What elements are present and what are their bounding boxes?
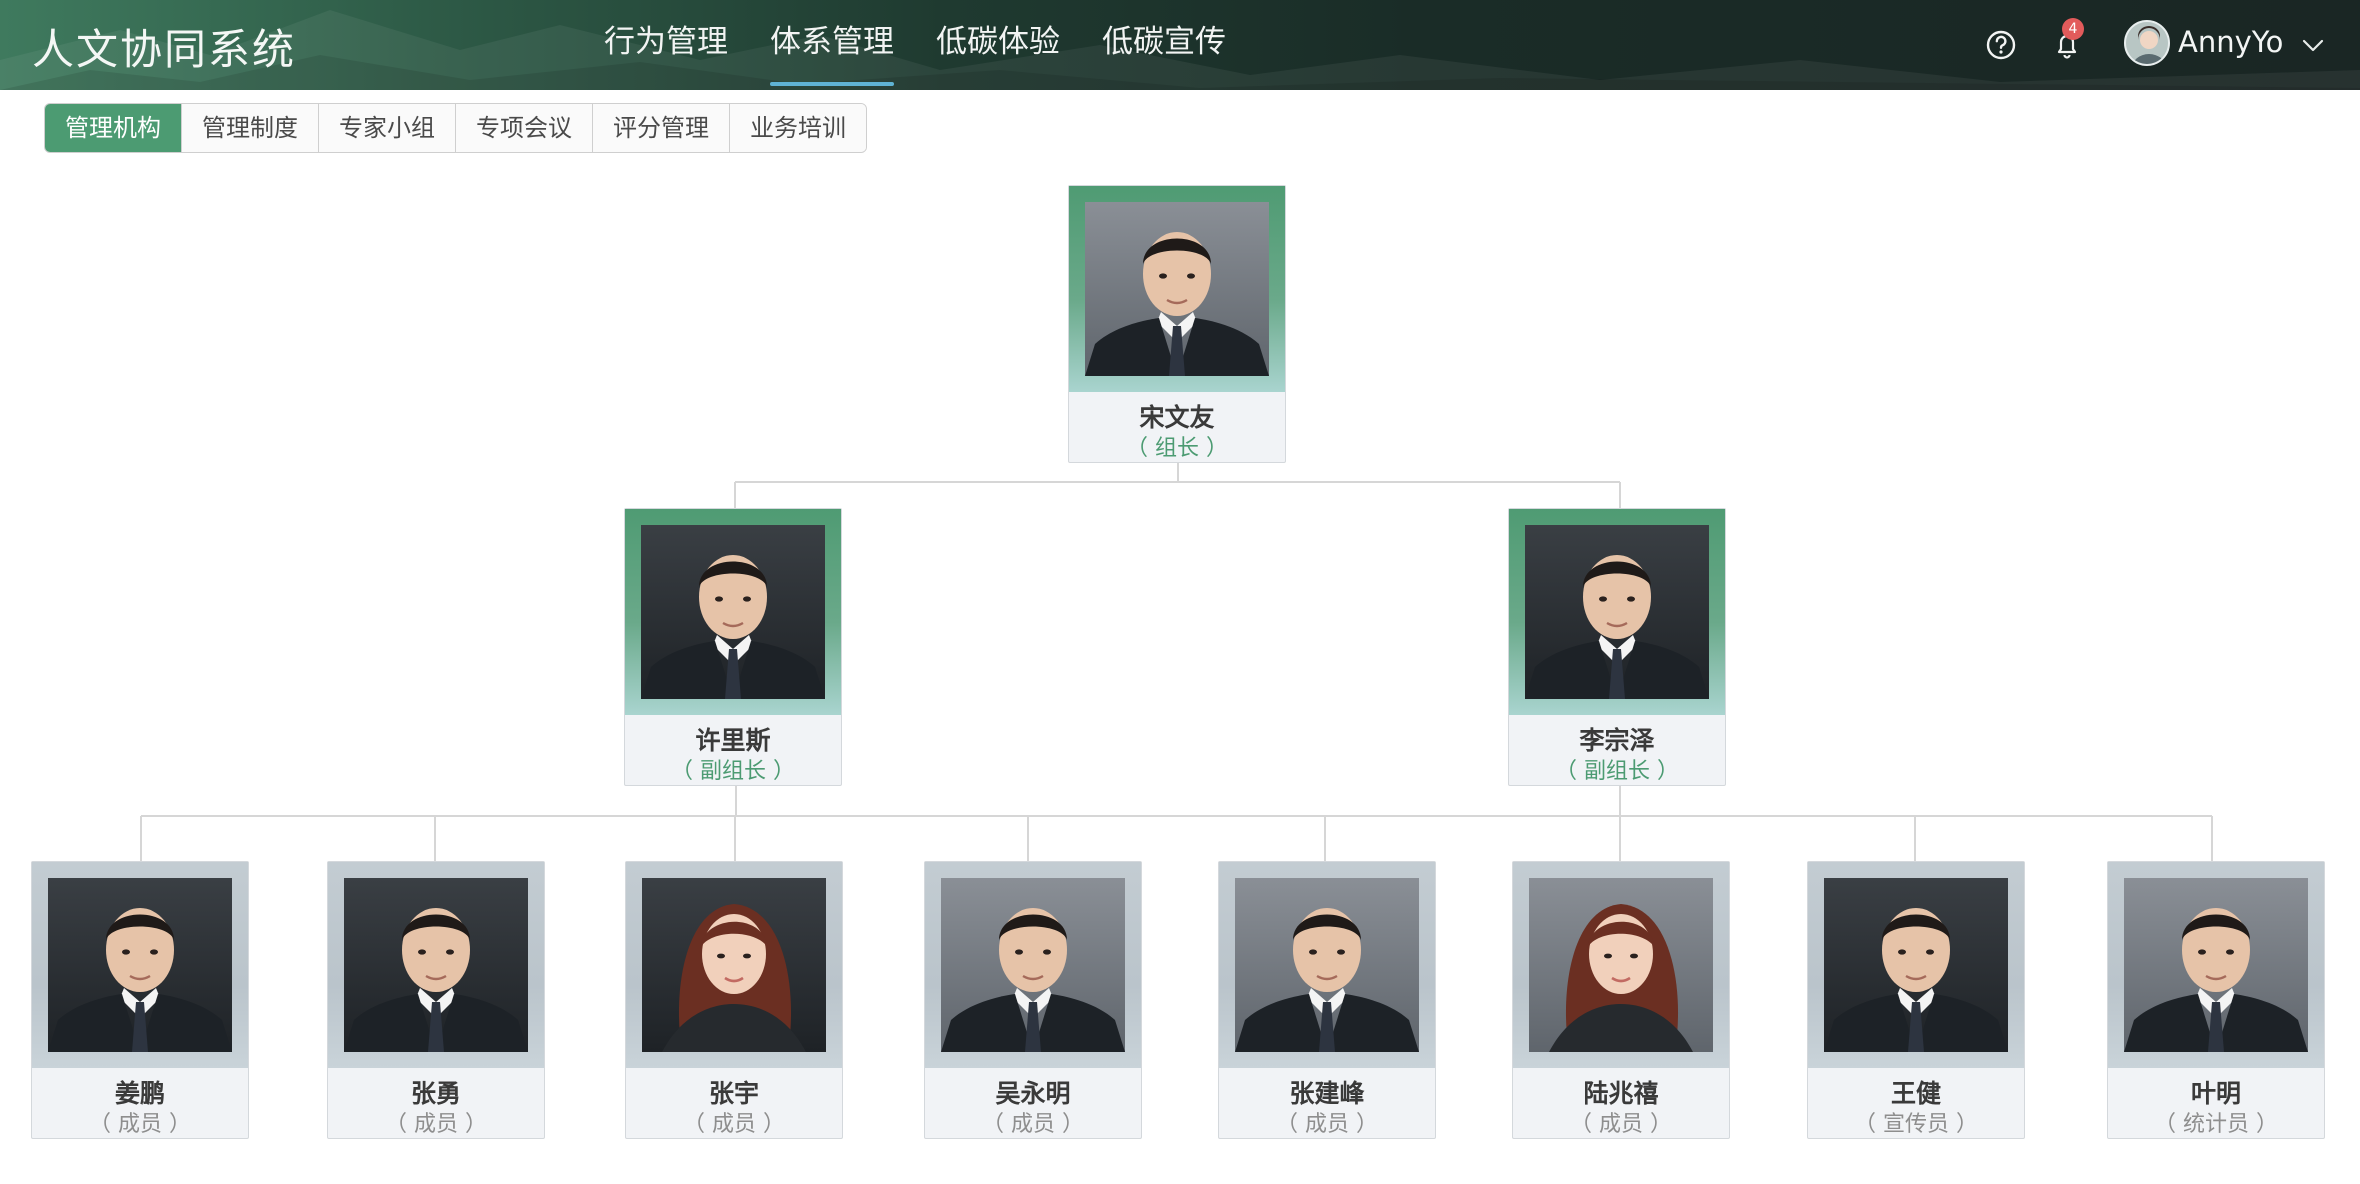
photo-frame	[32, 862, 248, 1068]
member-name: 张勇	[410, 1079, 461, 1108]
member-role: （ 成员 ）	[89, 1112, 191, 1137]
org-card-member[interactable]: 张建峰 （ 成员 ）	[1218, 861, 1436, 1139]
photo-frame	[328, 862, 544, 1068]
member-name: 宋文友	[1139, 403, 1215, 432]
member-name: 张建峰	[1289, 1079, 1365, 1108]
member-role: （ 副组长 ）	[1555, 759, 1679, 784]
org-card-member[interactable]: 叶明 （ 统计员 ）	[2107, 861, 2325, 1139]
member-name: 叶明	[2190, 1079, 2241, 1108]
portrait-photo	[1529, 878, 1713, 1052]
member-role: （ 成员 ）	[683, 1112, 785, 1137]
portrait-photo	[941, 878, 1125, 1052]
photo-frame	[1069, 186, 1285, 392]
member-role: （ 统计员 ）	[2154, 1112, 2278, 1137]
org-card-deputy[interactable]: 李宗泽 （ 副组长 ）	[1508, 508, 1726, 786]
member-name: 李宗泽	[1579, 726, 1655, 755]
portrait-photo	[1085, 202, 1269, 376]
org-card-member[interactable]: 张宇 （ 成员 ）	[625, 861, 843, 1139]
photo-frame	[1513, 862, 1729, 1068]
photo-frame	[1219, 862, 1435, 1068]
member-name: 张宇	[708, 1079, 759, 1108]
portrait-photo	[641, 525, 825, 699]
photo-frame	[1808, 862, 2024, 1068]
photo-frame	[626, 862, 842, 1068]
member-name: 姜鹏	[114, 1079, 165, 1108]
member-role: （ 副组长 ）	[671, 759, 795, 784]
member-role: （ 组长 ）	[1126, 436, 1228, 461]
member-name: 王健	[1890, 1079, 1941, 1108]
member-role: （ 成员 ）	[1570, 1112, 1672, 1137]
portrait-photo	[1824, 878, 2008, 1052]
portrait-photo	[642, 878, 826, 1052]
member-role: （ 成员 ）	[1276, 1112, 1378, 1137]
org-card-member[interactable]: 姜鹏 （ 成员 ）	[31, 861, 249, 1139]
photo-frame	[925, 862, 1141, 1068]
org-card-member[interactable]: 陆兆禧 （ 成员 ）	[1512, 861, 1730, 1139]
member-name: 许里斯	[695, 726, 771, 755]
photo-frame	[2108, 862, 2324, 1068]
member-role: （ 成员 ）	[982, 1112, 1084, 1137]
photo-frame	[1509, 509, 1725, 715]
org-card-member[interactable]: 吴永明 （ 成员 ）	[924, 861, 1142, 1139]
portrait-photo	[1525, 525, 1709, 699]
org-card-head[interactable]: 宋文友 （ 组长 ）	[1068, 185, 1286, 463]
member-role: （ 成员 ）	[385, 1112, 487, 1137]
photo-frame	[625, 509, 841, 715]
member-role: （ 宣传员 ）	[1854, 1112, 1978, 1137]
member-name: 吴永明	[995, 1079, 1071, 1108]
portrait-photo	[1235, 878, 1419, 1052]
portrait-photo	[2124, 878, 2308, 1052]
org-card-deputy[interactable]: 许里斯 （ 副组长 ）	[624, 508, 842, 786]
org-card-member[interactable]: 张勇 （ 成员 ）	[327, 861, 545, 1139]
member-name: 陆兆禧	[1583, 1079, 1659, 1108]
portrait-photo	[48, 878, 232, 1052]
portrait-photo	[344, 878, 528, 1052]
org-card-member[interactable]: 王健 （ 宣传员 ）	[1807, 861, 2025, 1139]
